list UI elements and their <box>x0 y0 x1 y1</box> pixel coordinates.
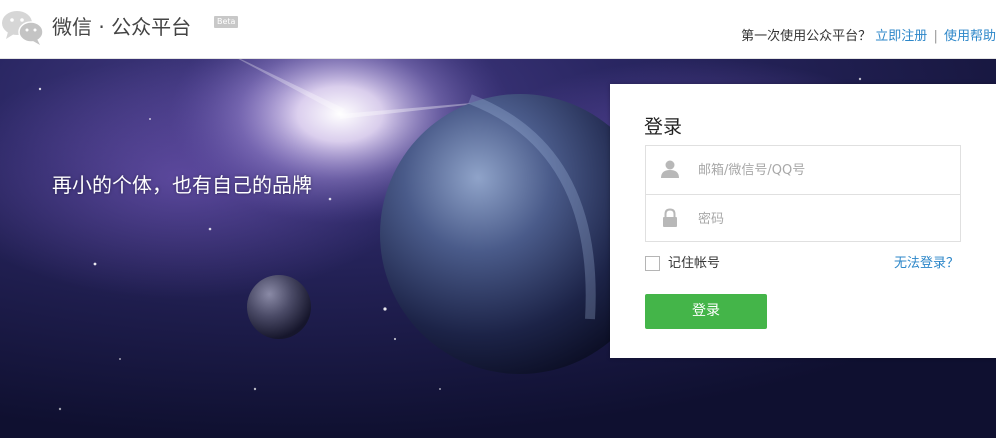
remember-checkbox[interactable] <box>645 256 660 271</box>
register-link[interactable]: 立即注册 <box>875 29 927 44</box>
banner-slogan: 再小的个体，也有自己的品牌 <box>52 173 312 197</box>
link-separator: | <box>933 29 938 44</box>
remember-account[interactable]: 记住帐号 <box>645 255 720 272</box>
remember-label: 记住帐号 <box>668 256 721 271</box>
login-panel: 登录 记住帐号 无法登录？ 登录 <box>610 84 996 358</box>
password-field <box>646 194 960 242</box>
account-input[interactable] <box>698 158 948 182</box>
login-button[interactable]: 登录 <box>645 294 767 329</box>
top-header: 微信 · 公众平台 Beta 第一次使用公众平台？ 立即注册 | 使用帮助 <box>0 0 996 59</box>
beta-badge: Beta <box>214 16 239 28</box>
help-link[interactable]: 使用帮助 <box>944 29 996 44</box>
password-input[interactable] <box>698 207 948 231</box>
brand-title: 微信 · 公众平台 <box>52 15 192 39</box>
wechat-logo-icon <box>2 11 44 45</box>
user-icon <box>661 160 679 178</box>
account-field <box>646 146 960 194</box>
lock-icon <box>663 208 677 227</box>
login-title: 登录 <box>644 116 683 138</box>
login-field-group <box>645 145 961 242</box>
first-time-prompt: 第一次使用公众平台？ <box>741 29 872 44</box>
header-links: 第一次使用公众平台？ 立即注册 | 使用帮助 <box>741 28 996 46</box>
cannot-login-link[interactable]: 无法登录？ <box>894 255 959 272</box>
